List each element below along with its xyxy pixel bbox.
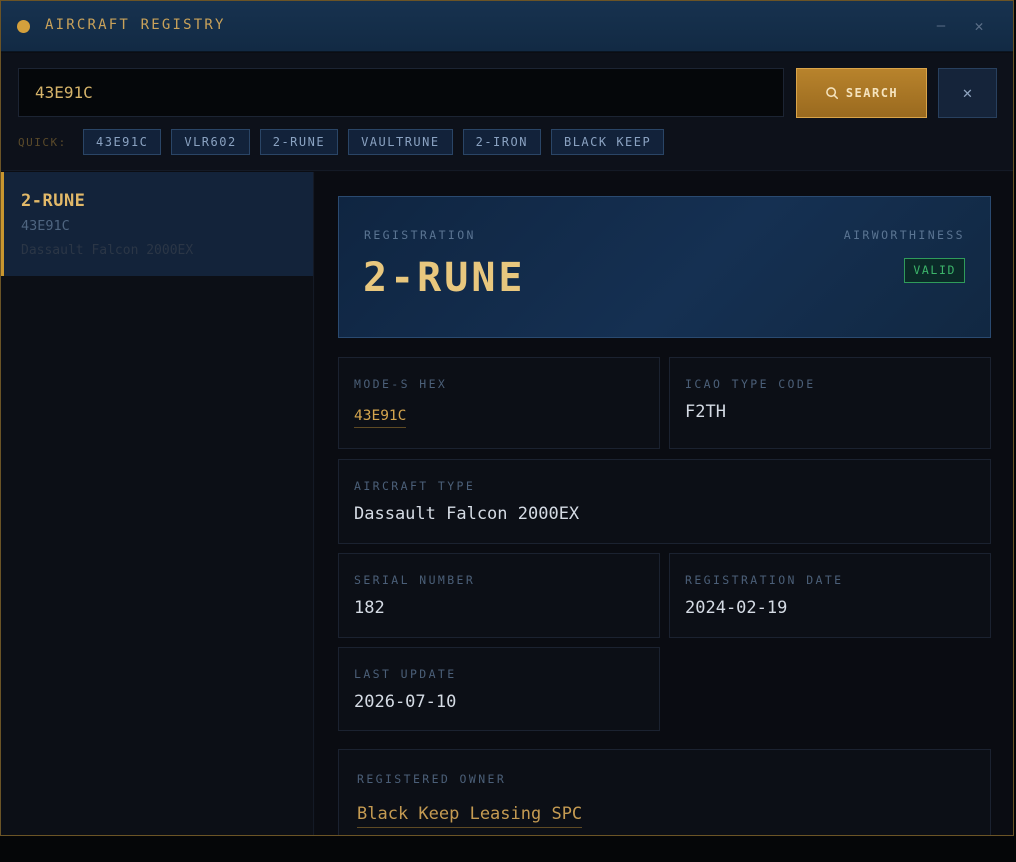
aircraft-type-card: AIRCRAFT TYPE Dassault Falcon 2000EX [338,459,991,544]
last-update-card: LAST UPDATE 2026-07-10 [338,647,660,731]
detail-panel: REGISTRATION 2-RUNE AIRWORTHINESS VALID … [315,172,1013,835]
owner-link[interactable]: Black Keep Leasing SPC [357,804,583,828]
search-button-label: SEARCH [845,86,899,100]
registration-hero: REGISTRATION 2-RUNE AIRWORTHINESS VALID [338,196,991,338]
mode-s-link[interactable]: 43E91C [354,408,407,428]
registration-date-card: REGISTRATION DATE 2024-02-19 [669,553,991,638]
owner-label: REGISTERED OWNER [357,772,507,786]
quick-chips: 43E91C VLR602 2-RUNE VAULTRUNE 2-IRON BL… [83,129,665,155]
registration-date-value: 2024-02-19 [685,598,788,618]
quick-label: QUICK: [18,136,67,149]
window-title: AIRCRAFT REGISTRY [45,17,226,33]
quick-chip[interactable]: VLR602 [171,129,250,155]
result-hex: 43E91C [21,218,70,234]
quick-chip[interactable]: VAULTRUNE [348,129,453,155]
quick-chip[interactable]: 2-RUNE [259,129,339,155]
icao-label: ICAO TYPE CODE [685,377,816,391]
aircraft-registry-window: AIRCRAFT REGISTRY – ✕ SEARCH ✕ QUICK: 43… [0,0,1014,836]
clear-search-button[interactable]: ✕ [938,68,997,118]
serial-card: SERIAL NUMBER 182 [338,553,660,638]
icao-value: F2TH [685,402,726,422]
quick-chip[interactable]: 43E91C [83,129,162,155]
icao-card: ICAO TYPE CODE F2TH [669,357,991,449]
quick-chip[interactable]: BLACK KEEP [550,129,665,155]
owner-card: REGISTERED OWNER Black Keep Leasing SPC [338,749,991,835]
aircraft-type-label: AIRCRAFT TYPE [354,479,476,493]
quick-chip[interactable]: 2-IRON [462,129,541,155]
serial-value: 182 [354,598,385,618]
aircraft-type-value: Dassault Falcon 2000EX [354,504,580,524]
minimize-button[interactable]: – [930,15,952,37]
status-dot-icon [17,20,30,33]
result-item[interactable]: 2-RUNE 43E91C Dassault Falcon 2000EX [1,172,313,276]
mode-s-card: MODE-S HEX 43E91C [338,357,660,449]
serial-label: SERIAL NUMBER [354,573,476,587]
airworthiness-label: AIRWORTHINESS [843,228,965,242]
result-registration: 2-RUNE [21,191,86,211]
title-bar: AIRCRAFT REGISTRY – ✕ [1,1,1013,52]
close-window-button[interactable]: ✕ [968,15,990,37]
results-sidebar: 2-RUNE 43E91C Dassault Falcon 2000EX [1,172,314,835]
airworthiness-badge: VALID [904,258,965,283]
result-aircraft-type: Dassault Falcon 2000EX [21,243,194,258]
search-icon [825,87,838,100]
registration-label: REGISTRATION [364,228,476,242]
registration-date-label: REGISTRATION DATE [685,573,844,587]
mode-s-label: MODE-S HEX [354,377,448,391]
last-update-label: LAST UPDATE [354,667,457,681]
search-button[interactable]: SEARCH [796,68,927,118]
last-update-value: 2026-07-10 [354,692,457,712]
registration-value: 2-RUNE [363,255,526,301]
search-input[interactable] [18,68,784,117]
search-area: SEARCH ✕ QUICK: 43E91C VLR602 2-RUNE VAU… [1,53,1013,171]
